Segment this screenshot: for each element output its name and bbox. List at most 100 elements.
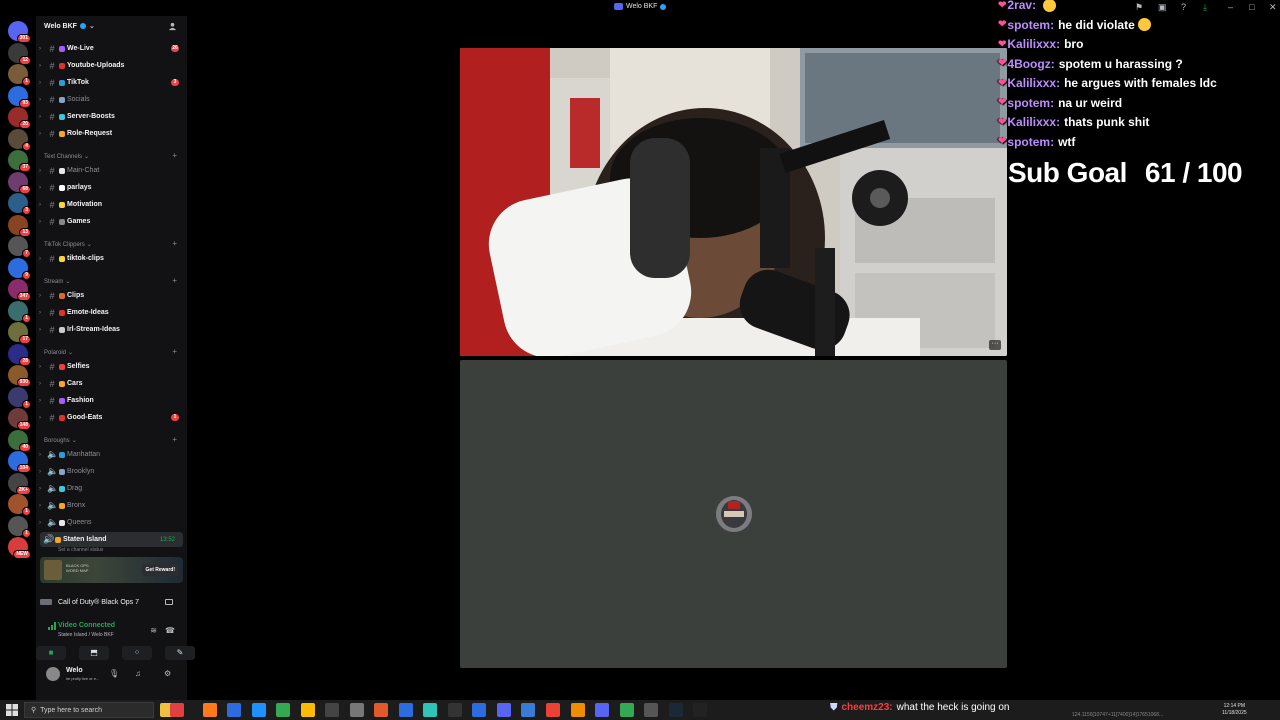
server-icon[interactable]: 1 <box>8 515 31 538</box>
activities-button[interactable]: ⁘ <box>122 646 152 660</box>
server-name[interactable]: Welo BKF ⌄ <box>44 22 95 31</box>
screen-share-icon[interactable] <box>165 599 173 605</box>
help-icon[interactable]: ? <box>1181 2 1186 12</box>
channel-item[interactable]: › # Youtube-Uploads <box>36 58 187 73</box>
server-icon[interactable]: 148 <box>8 408 31 430</box>
channel-item[interactable]: › # Socials <box>36 92 187 107</box>
windows-start-icon[interactable] <box>6 704 18 716</box>
soundboard-button[interactable]: ✎ <box>165 646 195 660</box>
server-icon[interactable]: 17 <box>8 322 31 344</box>
channel-item[interactable]: › # tiktok-clips <box>36 251 187 266</box>
participant-video-tile[interactable] <box>460 360 1007 668</box>
create-channel-icon[interactable]: + <box>172 435 177 444</box>
server-icon[interactable]: 347 <box>8 279 31 301</box>
server-icon[interactable]: 1 <box>8 64 31 86</box>
server-icon[interactable]: 37 <box>8 150 31 172</box>
app-icon[interactable] <box>170 703 184 717</box>
app-icon[interactable] <box>595 703 609 717</box>
app-icon[interactable] <box>399 703 413 717</box>
firefox-icon[interactable] <box>203 703 217 717</box>
server-icon[interactable]: 12 <box>8 42 31 65</box>
home-server-icon[interactable]: 301 <box>8 21 31 43</box>
vlc-icon[interactable] <box>571 703 585 717</box>
channel-item[interactable]: › # Role-Request <box>36 126 187 141</box>
server-icon[interactable]: 1 <box>8 386 31 409</box>
chrome-icon[interactable] <box>276 703 290 717</box>
server-icon[interactable]: 7 <box>8 236 31 258</box>
channel-category[interactable]: Stream ⌄ <box>44 278 70 286</box>
create-channel-icon[interactable]: + <box>172 276 177 285</box>
microphone-icon[interactable]: 🎙 <box>109 669 119 678</box>
minimize-button[interactable]: – <box>1228 2 1233 12</box>
server-icon[interactable]: 93 <box>8 85 31 108</box>
camera-button[interactable]: ■ <box>36 646 66 660</box>
taskbar-search-box[interactable]: ⚲ Type here to search <box>24 702 154 718</box>
edge-icon[interactable] <box>252 703 266 717</box>
channel-item[interactable]: › # Selfies <box>36 359 187 374</box>
create-channel-icon[interactable]: + <box>172 347 177 356</box>
edge-icon[interactable] <box>423 703 437 717</box>
app-icon[interactable] <box>227 703 241 717</box>
username[interactable]: Welo <box>66 667 83 674</box>
voice-channel-item[interactable]: › 🔈 Queens <box>36 515 187 530</box>
server-icon[interactable]: 4 <box>8 128 31 151</box>
active-voice-channel[interactable]: 🔊 Staten Island 13:52 <box>40 532 183 547</box>
screen-share-button[interactable]: ⬒ <box>79 646 109 660</box>
server-icon[interactable]: 104 <box>8 451 31 473</box>
channel-status-hint[interactable]: Set a channel status <box>58 547 103 553</box>
steam-icon[interactable] <box>669 703 683 717</box>
close-button[interactable]: ✕ <box>1269 2 1277 13</box>
game-activity[interactable]: Call of Duty® Black Ops 7 <box>36 593 187 611</box>
server-icon[interactable]: 930 <box>8 365 31 387</box>
channel-category[interactable]: Boroughs ⌄ <box>44 437 77 445</box>
signal-icon[interactable] <box>48 622 56 630</box>
create-channel-icon[interactable]: + <box>172 239 177 248</box>
app-icon[interactable] <box>472 703 486 717</box>
get-reward-button[interactable]: Get Reward! <box>141 564 179 576</box>
server-icon[interactable]: 68 <box>8 171 31 194</box>
server-icon[interactable]: 40 <box>8 429 31 452</box>
channel-category[interactable]: TikTok Clippers ⌄ <box>44 241 92 249</box>
app-icon[interactable] <box>693 703 707 717</box>
channel-item[interactable]: › # Server-Boosts <box>36 109 187 124</box>
voice-channel-item[interactable]: › 🔈 Manhattan <box>36 447 187 462</box>
channel-item[interactable]: › # Clips <box>36 288 187 303</box>
maximize-button[interactable]: □ <box>1249 2 1254 12</box>
app-icon[interactable] <box>448 703 462 717</box>
discord-icon[interactable] <box>497 703 511 717</box>
server-icon[interactable]: 9 <box>8 257 31 280</box>
server-icon[interactable]: NEW <box>8 537 31 559</box>
server-icon[interactable]: 2K+ <box>8 472 31 495</box>
channel-item[interactable]: › # Motivation <box>36 197 187 212</box>
chrome-icon[interactable] <box>301 703 315 717</box>
channel-item[interactable]: › # Cars <box>36 376 187 391</box>
channel-item[interactable]: › # TikTok 3 <box>36 75 187 90</box>
channel-item[interactable]: › # Emote-Ideas <box>36 305 187 320</box>
stream-video-tile[interactable]: ··· <box>460 48 1007 356</box>
gear-icon[interactable]: ⚙ <box>164 669 171 678</box>
chrome-icon[interactable] <box>546 703 560 717</box>
server-icon[interactable]: 20 <box>8 107 31 129</box>
channel-item[interactable]: › # Good-Eats 1 <box>36 410 187 425</box>
flag-icon[interactable]: ⚑ <box>1135 2 1143 13</box>
channel-item[interactable]: › # Fashion <box>36 393 187 408</box>
voice-channel-item[interactable]: › 🔈 Brooklyn <box>36 464 187 479</box>
voice-channel-item[interactable]: › 🔈 Drag <box>36 481 187 496</box>
server-icon[interactable]: 13 <box>8 214 31 237</box>
taskbar-clock[interactable]: 12:14 PM 11/18/2025 <box>1222 703 1247 717</box>
server-icon[interactable]: 28 <box>8 343 31 366</box>
channel-item[interactable]: › # Main-Chat <box>36 163 187 178</box>
invite-people-icon[interactable] <box>168 22 177 31</box>
app-icon[interactable] <box>521 703 535 717</box>
disconnect-icon[interactable]: ☎ <box>165 626 175 635</box>
avatar[interactable] <box>46 667 60 681</box>
channel-category[interactable]: Text Channels ⌄ <box>44 153 89 161</box>
channel-item[interactable]: › # We-Live 26 <box>36 41 187 56</box>
noise-suppression-icon[interactable]: ≋ <box>150 626 157 635</box>
app-icon[interactable] <box>644 703 658 717</box>
voice-channel-item[interactable]: › 🔈 Bronx <box>36 498 187 513</box>
server-icon[interactable]: 1 <box>8 494 31 516</box>
voice-status[interactable]: Video Connected <box>58 622 115 629</box>
channel-item[interactable]: › # Irl-Stream-Ideas <box>36 322 187 337</box>
create-channel-icon[interactable]: + <box>172 151 177 160</box>
